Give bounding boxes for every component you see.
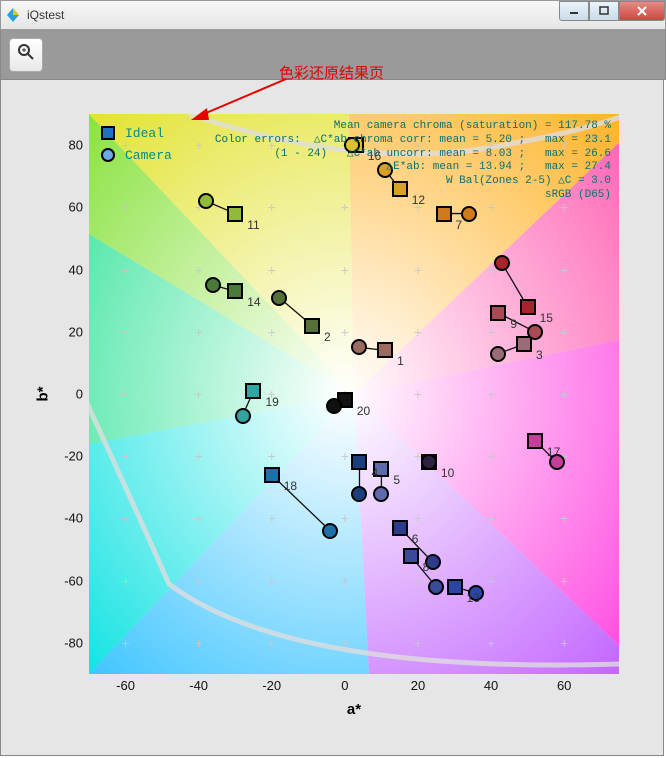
camera-point[interactable] [322, 523, 338, 539]
point-label: 11 [247, 218, 259, 232]
legend-ideal: Ideal [101, 122, 172, 144]
legend-camera-label: Camera [125, 148, 172, 163]
ideal-point[interactable] [245, 383, 261, 399]
x-tick: -60 [116, 678, 135, 693]
y-tick: 60 [69, 200, 83, 215]
point-label: 18 [284, 479, 297, 493]
x-tick: 0 [341, 678, 348, 693]
camera-point[interactable] [490, 346, 506, 362]
annotation-arrow-icon [191, 78, 291, 122]
camera-point[interactable] [271, 290, 287, 306]
legend: Ideal Camera [101, 122, 172, 166]
point-label: 15 [540, 311, 553, 325]
magnifier-icon [17, 43, 35, 66]
camera-point[interactable] [351, 339, 367, 355]
camera-point[interactable] [494, 255, 510, 271]
point-label: 13 [467, 591, 480, 605]
ideal-point[interactable] [436, 206, 452, 222]
window-title: iQstest [27, 8, 64, 22]
camera-point[interactable] [428, 579, 444, 595]
ideal-point[interactable] [304, 318, 320, 334]
camera-point[interactable] [205, 277, 221, 293]
ideal-point[interactable] [527, 433, 543, 449]
window-controls [559, 1, 665, 21]
point-label: 2 [324, 330, 331, 344]
y-tick: -40 [64, 511, 83, 526]
y-tick: -20 [64, 449, 83, 464]
ideal-point[interactable] [377, 342, 393, 358]
point-label: 20 [357, 404, 370, 418]
ideal-point[interactable] [264, 467, 280, 483]
x-tick: 40 [484, 678, 498, 693]
point-label: 3 [536, 348, 543, 362]
plot-inner: Ideal Camera Mean camera chroma (saturat… [89, 114, 619, 674]
y-tick: -80 [64, 635, 83, 650]
legend-camera: Camera [101, 144, 172, 166]
legend-ideal-label: Ideal [125, 126, 164, 141]
app-icon [5, 7, 21, 23]
y-axis-label: b* [35, 387, 52, 402]
ideal-point[interactable] [351, 454, 367, 470]
legend-square-icon [101, 126, 115, 140]
ideal-point[interactable] [490, 305, 506, 321]
camera-point[interactable] [235, 408, 251, 424]
point-label: 6 [412, 532, 419, 546]
y-tick: -60 [64, 573, 83, 588]
x-tick: 20 [411, 678, 425, 693]
x-tick: -20 [262, 678, 281, 693]
x-axis-label: a* [347, 701, 361, 718]
ideal-point[interactable] [227, 283, 243, 299]
maximize-button[interactable] [589, 1, 619, 21]
plot-area[interactable]: Ideal Camera Mean camera chroma (saturat… [89, 114, 619, 674]
info-text: Mean camera chroma (saturation) = 117.78… [215, 120, 611, 203]
point-label: 19 [265, 395, 278, 409]
point-label: 8 [423, 560, 430, 574]
minimize-button[interactable] [559, 1, 589, 21]
ideal-point[interactable] [392, 520, 408, 536]
ideal-point[interactable] [227, 206, 243, 222]
point-label: 9 [510, 317, 517, 331]
y-tick: 80 [69, 138, 83, 153]
camera-point[interactable] [373, 486, 389, 502]
camera-point[interactable] [326, 398, 342, 414]
point-label: 7 [456, 218, 463, 232]
camera-point[interactable] [461, 206, 477, 222]
ideal-point[interactable] [447, 579, 463, 595]
camera-point[interactable] [421, 454, 437, 470]
x-tick: -40 [189, 678, 208, 693]
legend-circle-icon [101, 148, 115, 162]
y-tick: 20 [69, 324, 83, 339]
camera-point[interactable] [527, 324, 543, 340]
camera-point[interactable] [198, 193, 214, 209]
ideal-point[interactable] [403, 548, 419, 564]
camera-point[interactable] [351, 486, 367, 502]
chart-container: Ideal Camera Mean camera chroma (saturat… [21, 98, 641, 738]
close-button[interactable] [619, 1, 665, 21]
ideal-point[interactable] [516, 336, 532, 352]
y-tick: 0 [76, 387, 83, 402]
point-label: 4 [371, 466, 378, 480]
x-tick: 60 [557, 678, 571, 693]
point-label: 10 [441, 466, 454, 480]
zoom-button[interactable] [9, 38, 43, 72]
point-label: 5 [393, 473, 400, 487]
y-tick: 40 [69, 262, 83, 277]
point-label: 14 [247, 295, 260, 309]
window-titlebar: iQstest [0, 0, 666, 30]
annotation-text: 色彩还原结果页 [279, 62, 384, 83]
ideal-point[interactable] [520, 299, 536, 315]
content-area: 色彩还原结果页 [0, 80, 664, 756]
point-label: 1 [397, 354, 404, 368]
point-label: 17 [547, 445, 560, 459]
